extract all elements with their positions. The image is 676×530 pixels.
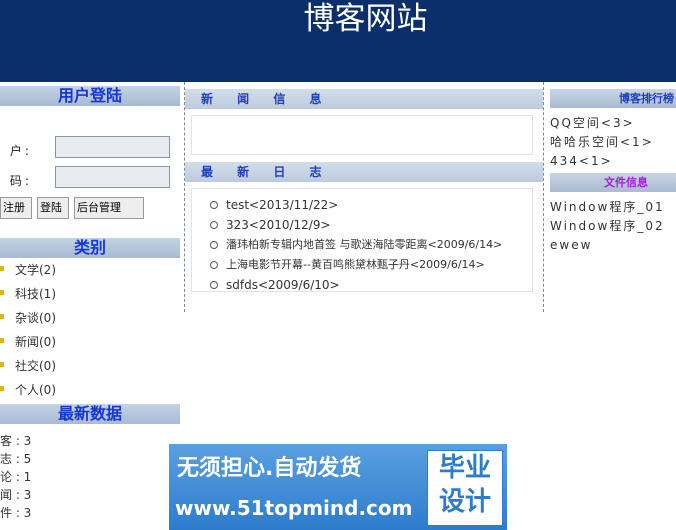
list-item[interactable]: 科技(1) bbox=[0, 282, 180, 306]
list-item[interactable]: 社交(0) bbox=[0, 354, 180, 378]
ad-badge-top: 毕业 bbox=[438, 453, 491, 483]
news-box bbox=[191, 115, 533, 155]
ad-url: www.51topmind.com bbox=[175, 496, 413, 520]
list-item[interactable]: 哈哈乐空间<1> bbox=[550, 133, 676, 152]
stat-item: 日志 : 5 bbox=[0, 452, 32, 466]
list-item[interactable]: 434<1> bbox=[550, 152, 676, 171]
bullet-icon bbox=[0, 362, 4, 367]
list-item[interactable]: 个人(0) bbox=[0, 378, 180, 402]
list-item[interactable]: 文学(2) bbox=[0, 258, 180, 282]
ad-slogan: 无须担心.自动发货 bbox=[177, 456, 362, 481]
left-sidebar: 用户登陆 用 户: 密 码: 注册 登陆 后台管理 类别 文学(2) 科技(1)… bbox=[0, 86, 180, 522]
latest-data-list: 博客 : 3 日志 : 5 评论 : 1 新闻 : 3 文件 : 3 bbox=[0, 432, 180, 522]
circle-bullet-icon bbox=[210, 281, 218, 289]
login-form: 用 户: 密 码: 注册 登陆 后台管理 bbox=[0, 106, 180, 238]
latest-data-heading: 最新数据 bbox=[0, 404, 180, 424]
login-heading: 用户登陆 bbox=[0, 86, 180, 106]
log-link[interactable]: 323<2010/12/9> bbox=[226, 218, 331, 232]
log-link[interactable]: 潘玮柏新专辑内地首签 与歌迷海陆零距离<2009/6/14> bbox=[226, 238, 502, 251]
blog-ranking-heading: 博客排行榜 bbox=[550, 89, 676, 108]
bullet-icon bbox=[0, 266, 4, 271]
header-banner: 博客网站 bbox=[0, 0, 676, 82]
username-label: 用 户: bbox=[0, 144, 32, 158]
username-input[interactable] bbox=[55, 136, 170, 158]
stat-item: 博客 : 3 bbox=[0, 434, 32, 448]
login-button[interactable]: 登陆 bbox=[37, 197, 69, 219]
ad-banner[interactable]: 无须担心.自动发货 www.51topmind.com 毕业 设计 bbox=[169, 444, 507, 530]
stat-item: 评论 : 1 bbox=[0, 470, 32, 484]
news-heading: 新 闻 信 息 bbox=[185, 89, 543, 109]
admin-button[interactable]: 后台管理 bbox=[74, 197, 144, 219]
list-item[interactable]: Window程序_01 bbox=[550, 198, 676, 217]
circle-bullet-icon bbox=[210, 201, 218, 209]
list-item[interactable]: Window程序_02 bbox=[550, 217, 676, 236]
password-input[interactable] bbox=[55, 166, 170, 188]
list-item[interactable]: 杂谈(0) bbox=[0, 306, 180, 330]
bullet-icon bbox=[0, 290, 4, 295]
ad-badge-bottom: 设计 bbox=[438, 487, 491, 517]
list-item[interactable]: 上海电影节开幕--黄百鸣熊黛林甄子丹<2009/6/14> bbox=[210, 255, 532, 275]
file-info-list: Window程序_01 Window程序_02 ewew bbox=[550, 198, 676, 255]
log-link[interactable]: sdfds<2009/6/10> bbox=[226, 278, 340, 292]
bullet-icon bbox=[0, 338, 4, 343]
list-item[interactable]: test<2013/11/22> bbox=[210, 195, 532, 215]
list-item[interactable]: sdfds<2009/6/10> bbox=[210, 275, 532, 295]
category-link[interactable]: 科技(1) bbox=[15, 287, 56, 301]
latest-logs-box: test<2013/11/22> 323<2010/12/9> 潘玮柏新专辑内地… bbox=[191, 188, 533, 292]
list-item[interactable]: 潘玮柏新专辑内地首签 与歌迷海陆零距离<2009/6/14> bbox=[210, 235, 532, 255]
site-title: 博客网站 bbox=[303, 1, 428, 37]
list-item[interactable]: ewew bbox=[550, 236, 676, 255]
category-link[interactable]: 新闻(0) bbox=[15, 335, 56, 349]
list-item[interactable]: 新闻(0) bbox=[0, 330, 180, 354]
bullet-icon bbox=[0, 314, 4, 319]
main-content: 新 闻 信 息 最 新 日 志 test<2013/11/22> 323<201… bbox=[184, 82, 544, 312]
right-sidebar: 博客排行榜 QQ空间<3> 哈哈乐空间<1> 434<1> 文件信息 Windo… bbox=[550, 89, 676, 255]
latest-logs-heading: 最 新 日 志 bbox=[185, 162, 543, 182]
password-label: 密 码: bbox=[0, 174, 32, 188]
log-list: test<2013/11/22> 323<2010/12/9> 潘玮柏新专辑内地… bbox=[192, 195, 532, 295]
bullet-icon bbox=[0, 386, 4, 391]
category-link[interactable]: 社交(0) bbox=[15, 359, 56, 373]
ad-badge: 毕业 设计 bbox=[427, 450, 503, 526]
category-list: 文学(2) 科技(1) 杂谈(0) 新闻(0) 社交(0) 个人(0) bbox=[0, 258, 180, 404]
register-button[interactable]: 注册 bbox=[0, 197, 32, 219]
category-link[interactable]: 文学(2) bbox=[15, 263, 56, 277]
list-item[interactable]: QQ空间<3> bbox=[550, 114, 676, 133]
log-link[interactable]: 上海电影节开幕--黄百鸣熊黛林甄子丹<2009/6/14> bbox=[226, 258, 485, 271]
circle-bullet-icon bbox=[210, 261, 218, 269]
file-info-heading: 文件信息 bbox=[550, 173, 676, 192]
category-link[interactable]: 个人(0) bbox=[15, 383, 56, 397]
blog-ranking-list: QQ空间<3> 哈哈乐空间<1> 434<1> bbox=[550, 114, 676, 171]
circle-bullet-icon bbox=[210, 221, 218, 229]
category-link[interactable]: 杂谈(0) bbox=[15, 311, 56, 325]
circle-bullet-icon bbox=[210, 241, 218, 249]
log-link[interactable]: test<2013/11/22> bbox=[226, 198, 338, 212]
stat-item: 新闻 : 3 bbox=[0, 488, 32, 502]
stat-item: 文件 : 3 bbox=[0, 506, 32, 520]
list-item[interactable]: 323<2010/12/9> bbox=[210, 215, 532, 235]
category-heading: 类别 bbox=[0, 238, 180, 258]
